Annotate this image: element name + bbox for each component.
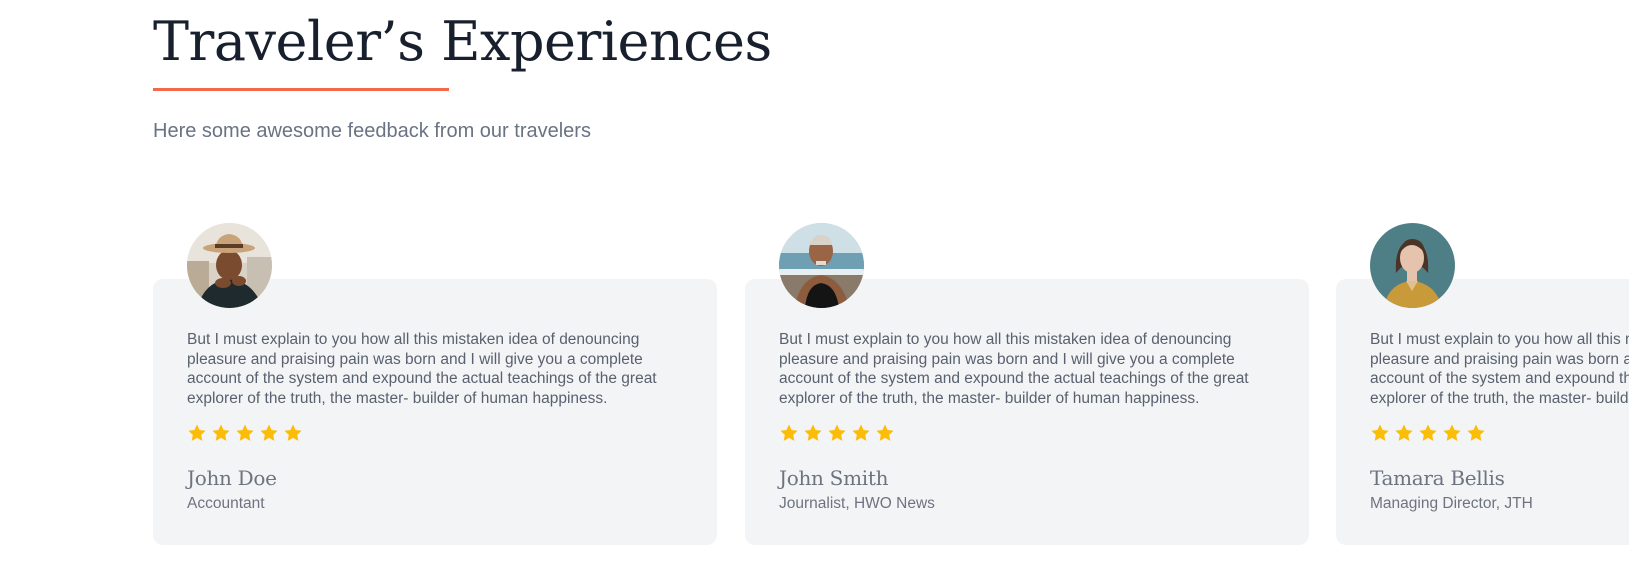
reviewer-name: Tamara Bellis [1370, 466, 1505, 490]
quote-line: account of the system and expound the ac… [187, 370, 657, 387]
star-icon [779, 423, 803, 445]
star-icon [235, 423, 259, 445]
star-rating [187, 423, 307, 445]
testimonial-quote: But I must explain to you how all this m… [1370, 330, 1629, 408]
star-icon [1442, 423, 1466, 445]
reviewer-name: John Doe [187, 466, 277, 490]
star-rating [1370, 423, 1490, 445]
quote-line: But I must explain to you how all this m… [1370, 331, 1629, 348]
star-icon [875, 423, 899, 445]
star-icon [1370, 423, 1394, 445]
star-icon [211, 423, 235, 445]
testimonial-card: But I must explain to you how all this m… [153, 223, 717, 545]
star-icon [1418, 423, 1442, 445]
avatar-john-doe [187, 223, 272, 308]
quote-line: account of the system and expound the ac… [1370, 370, 1629, 387]
quote-line: But I must explain to you how all this m… [187, 331, 640, 348]
testimonial-card: But I must explain to you how all this m… [745, 223, 1309, 545]
star-icon [851, 423, 875, 445]
quote-line: pleasure and praising pain was born and … [779, 350, 1235, 368]
avatar-john-smith [779, 223, 864, 308]
star-icon [803, 423, 827, 445]
testimonial-carousel[interactable]: But I must explain to you how all this m… [0, 0, 1629, 563]
star-icon [187, 423, 211, 445]
testimonial-quote: But I must explain to you how all this m… [779, 330, 1279, 408]
quote-line: But I must explain to you how all this m… [779, 331, 1232, 348]
reviewer-role: Journalist, HWO News [779, 495, 935, 512]
star-icon [259, 423, 283, 445]
star-icon [283, 423, 307, 445]
reviewer-role: Accountant [187, 495, 265, 512]
star-rating [779, 423, 899, 445]
star-icon [1466, 423, 1490, 445]
testimonial-quote: But I must explain to you how all this m… [187, 330, 687, 408]
quote-line: explorer of the truth, the master- build… [187, 389, 608, 407]
avatar-tamara-bellis [1370, 223, 1455, 308]
quote-line: pleasure and praising pain was born and … [1370, 350, 1629, 368]
quote-line: explorer of the truth, the master- build… [1370, 389, 1629, 407]
reviewer-name: John Smith [779, 466, 889, 490]
quote-line: explorer of the truth, the master- build… [779, 389, 1200, 407]
quote-line: account of the system and expound the ac… [779, 370, 1249, 387]
quote-line: pleasure and praising pain was born and … [187, 350, 643, 368]
reviewer-role: Managing Director, JTH [1370, 495, 1533, 512]
star-icon [1394, 423, 1418, 445]
testimonial-card: But I must explain to you how all this m… [1336, 223, 1629, 545]
star-icon [827, 423, 851, 445]
